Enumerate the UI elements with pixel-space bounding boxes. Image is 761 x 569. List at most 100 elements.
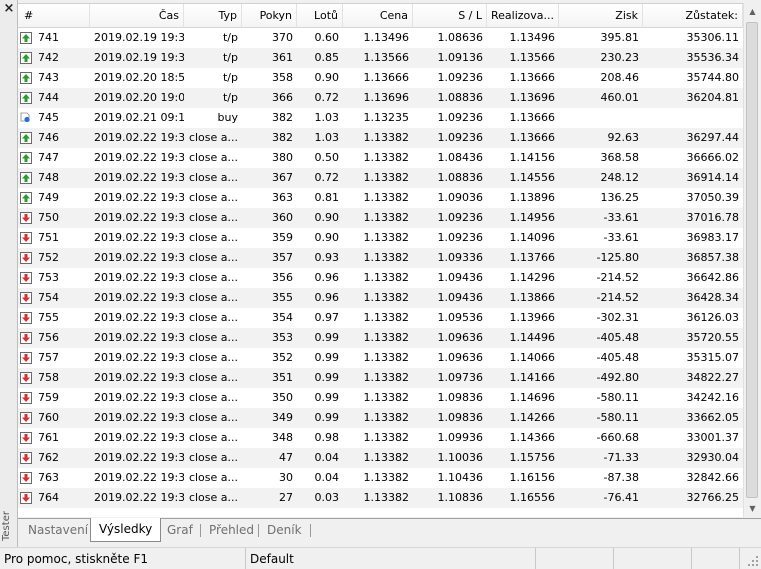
table-row[interactable]: 757 2019.02.22 19:38 close a... 352 0.99 1.13… (18, 348, 743, 368)
column-header-number[interactable]: # (18, 4, 90, 28)
sell-arrow-icon (20, 232, 32, 244)
cell-realized: 1.13766 (509, 251, 556, 264)
table-row[interactable]: 743 2019.02.20 18:51 t/p 358 0.90 1.13666 1.09… (18, 68, 743, 88)
tab-graph[interactable]: Graf (159, 519, 201, 541)
cell-number: 750 (18, 208, 90, 228)
cell-profit: 395.81 (600, 31, 640, 44)
table-row[interactable]: 752 2019.02.22 19:38 close a... 357 0.93 1.13… (18, 248, 743, 268)
cell-type: close a... (188, 211, 238, 224)
close-icon[interactable]: × (2, 2, 16, 16)
cell-realized: 1.16556 (509, 491, 556, 504)
cell-lots: 0.72 (314, 91, 340, 104)
cell-number-text: 764 (38, 491, 59, 504)
table-row[interactable]: 750 2019.02.22 19:38 close a... 360 0.90 1.13… (18, 208, 743, 228)
cell-time: 2019.02.22 19:38 (94, 451, 184, 464)
table-row[interactable]: 762 2019.02.22 19:38 close a... 47 0.04 1.133… (18, 448, 743, 468)
column-header-profit[interactable]: Zisk (559, 4, 643, 28)
table-row[interactable]: 763 2019.02.22 19:38 close a... 30 0.04 1.133… (18, 468, 743, 488)
tab-report[interactable]: Přehled (201, 519, 262, 541)
cell-type: close a... (188, 331, 238, 344)
cell-type: close a... (188, 491, 238, 504)
table-row[interactable]: 753 2019.02.22 19:38 close a... 356 0.96 1.13… (18, 268, 743, 288)
scroll-up-icon[interactable]: ▲ (744, 3, 761, 20)
cell-number-text: 745 (38, 111, 59, 124)
table-row[interactable]: 758 2019.02.22 19:38 close a... 351 0.99 1.13… (18, 368, 743, 388)
column-header-balance[interactable]: Zůstatek: (643, 4, 743, 28)
tab-settings[interactable]: Nastavení (20, 519, 96, 541)
table-row[interactable]: 751 2019.02.22 19:38 close a... 359 0.90 1.13… (18, 228, 743, 248)
cell-profit: -76.41 (603, 491, 639, 504)
sell-arrow-icon (20, 252, 32, 264)
cell-time: 2019.02.22 19:38 (94, 411, 184, 424)
table-row[interactable]: 760 2019.02.22 19:38 close a... 349 0.99 1.13… (18, 408, 743, 428)
table-row[interactable]: 754 2019.02.22 19:38 close a... 355 0.96 1.13… (18, 288, 743, 308)
cell-balance: 36428.34 (686, 291, 740, 304)
table-row[interactable]: 741 2019.02.19 19:35 t/p 370 0.60 1.13496 1.08… (18, 28, 743, 48)
cell-lots: 0.04 (314, 471, 340, 484)
cell-price: 1.13566 (363, 51, 410, 64)
cell-realized: 1.16156 (509, 471, 556, 484)
table-row[interactable]: 746 2019.02.22 19:38 close a... 382 1.03 1.13… (18, 128, 743, 148)
table-row[interactable]: 747 2019.02.22 19:38 close a... 380 0.50 1.13… (18, 148, 743, 168)
cell-time: 2019.02.22 19:38 (94, 131, 184, 144)
cell-type: close a... (188, 431, 238, 444)
tab-journal[interactable]: Deník (259, 519, 310, 541)
table-row[interactable]: 755 2019.02.22 19:38 close a... 354 0.97 1.13… (18, 308, 743, 328)
table-row[interactable]: 745 2019.02.21 09:13 buy 382 1.03 1.13235 1.09… (18, 108, 743, 128)
cell-number: 757 (18, 348, 90, 368)
scroll-down-icon[interactable]: ▼ (744, 500, 761, 517)
table-row[interactable]: 742 2019.02.19 19:39 t/p 361 0.85 1.13566 1.09… (18, 48, 743, 68)
cell-price: 1.13666 (363, 71, 410, 84)
cell-price: 1.13382 (363, 191, 410, 204)
buy-arrow-icon (20, 192, 32, 204)
cell-realized: 1.13666 (509, 71, 556, 84)
cell-price: 1.13696 (363, 91, 410, 104)
cell-time: 2019.02.22 19:38 (94, 331, 184, 344)
table-row[interactable]: 759 2019.02.22 19:38 close a... 350 0.99 1.13… (18, 388, 743, 408)
cell-time: 2019.02.22 19:38 (94, 311, 184, 324)
vertical-scrollbar[interactable]: ▲ ▼ (743, 3, 760, 517)
cell-lots: 0.81 (314, 191, 340, 204)
table-row[interactable]: 744 2019.02.20 19:01 t/p 366 0.72 1.13696 1.08… (18, 88, 743, 108)
cell-sl: 1.09236 (437, 131, 484, 144)
column-header-type[interactable]: Typ (184, 4, 242, 28)
column-header-realized[interactable]: Realizova... (487, 4, 559, 28)
resize-grip-icon[interactable] (747, 555, 759, 567)
cell-time: 2019.02.22 19:38 (94, 171, 184, 184)
cell-realized: 1.15756 (509, 451, 556, 464)
cell-price: 1.13382 (363, 291, 410, 304)
sell-arrow-icon (20, 432, 32, 444)
cell-number: 741 (18, 28, 90, 48)
cell-profit: -302.31 (596, 311, 639, 324)
cell-type: close a... (188, 371, 238, 384)
scroll-thumb[interactable] (746, 22, 758, 498)
cell-order: 363 (272, 191, 293, 204)
cell-profit: -660.68 (596, 431, 639, 444)
table-row[interactable]: 749 2019.02.22 19:38 close a... 363 0.81 1.13… (18, 188, 743, 208)
column-header-price[interactable]: Cena (343, 4, 413, 28)
cell-price: 1.13382 (363, 251, 410, 264)
column-header-lots[interactable]: Lotů (297, 4, 343, 28)
cell-balance: 36857.38 (686, 251, 740, 264)
buy-arrow-icon (20, 52, 32, 64)
table-header: # Čas Typ Pokyn Lotů Cena S / L Realizov… (18, 4, 743, 28)
column-header-time[interactable]: Čas (90, 4, 184, 28)
table-row[interactable]: 761 2019.02.22 19:38 close a... 348 0.98 1.13… (18, 428, 743, 448)
tab-results[interactable]: Výsledky (90, 518, 162, 542)
cell-price: 1.13382 (363, 491, 410, 504)
cell-time: 2019.02.20 18:51 (94, 71, 184, 84)
cell-price: 1.13382 (363, 131, 410, 144)
table-row[interactable]: 764 2019.02.22 19:38 close a... 27 0.03 1.133… (18, 488, 743, 508)
cell-balance: 37050.39 (686, 191, 740, 204)
cell-order: 351 (272, 371, 293, 384)
cell-lots: 1.03 (314, 111, 340, 124)
cell-number: 752 (18, 248, 90, 268)
table-row[interactable]: 748 2019.02.22 19:38 close a... 367 0.72 1.13… (18, 168, 743, 188)
table-row[interactable]: 756 2019.02.22 19:38 close a... 353 0.99 1.13… (18, 328, 743, 348)
cell-number-text: 758 (38, 371, 59, 384)
cell-sl: 1.09236 (437, 71, 484, 84)
buy-arrow-icon (20, 172, 32, 184)
cell-type: close a... (188, 131, 238, 144)
column-header-sl[interactable]: S / L (413, 4, 487, 28)
column-header-order[interactable]: Pokyn (242, 4, 297, 28)
